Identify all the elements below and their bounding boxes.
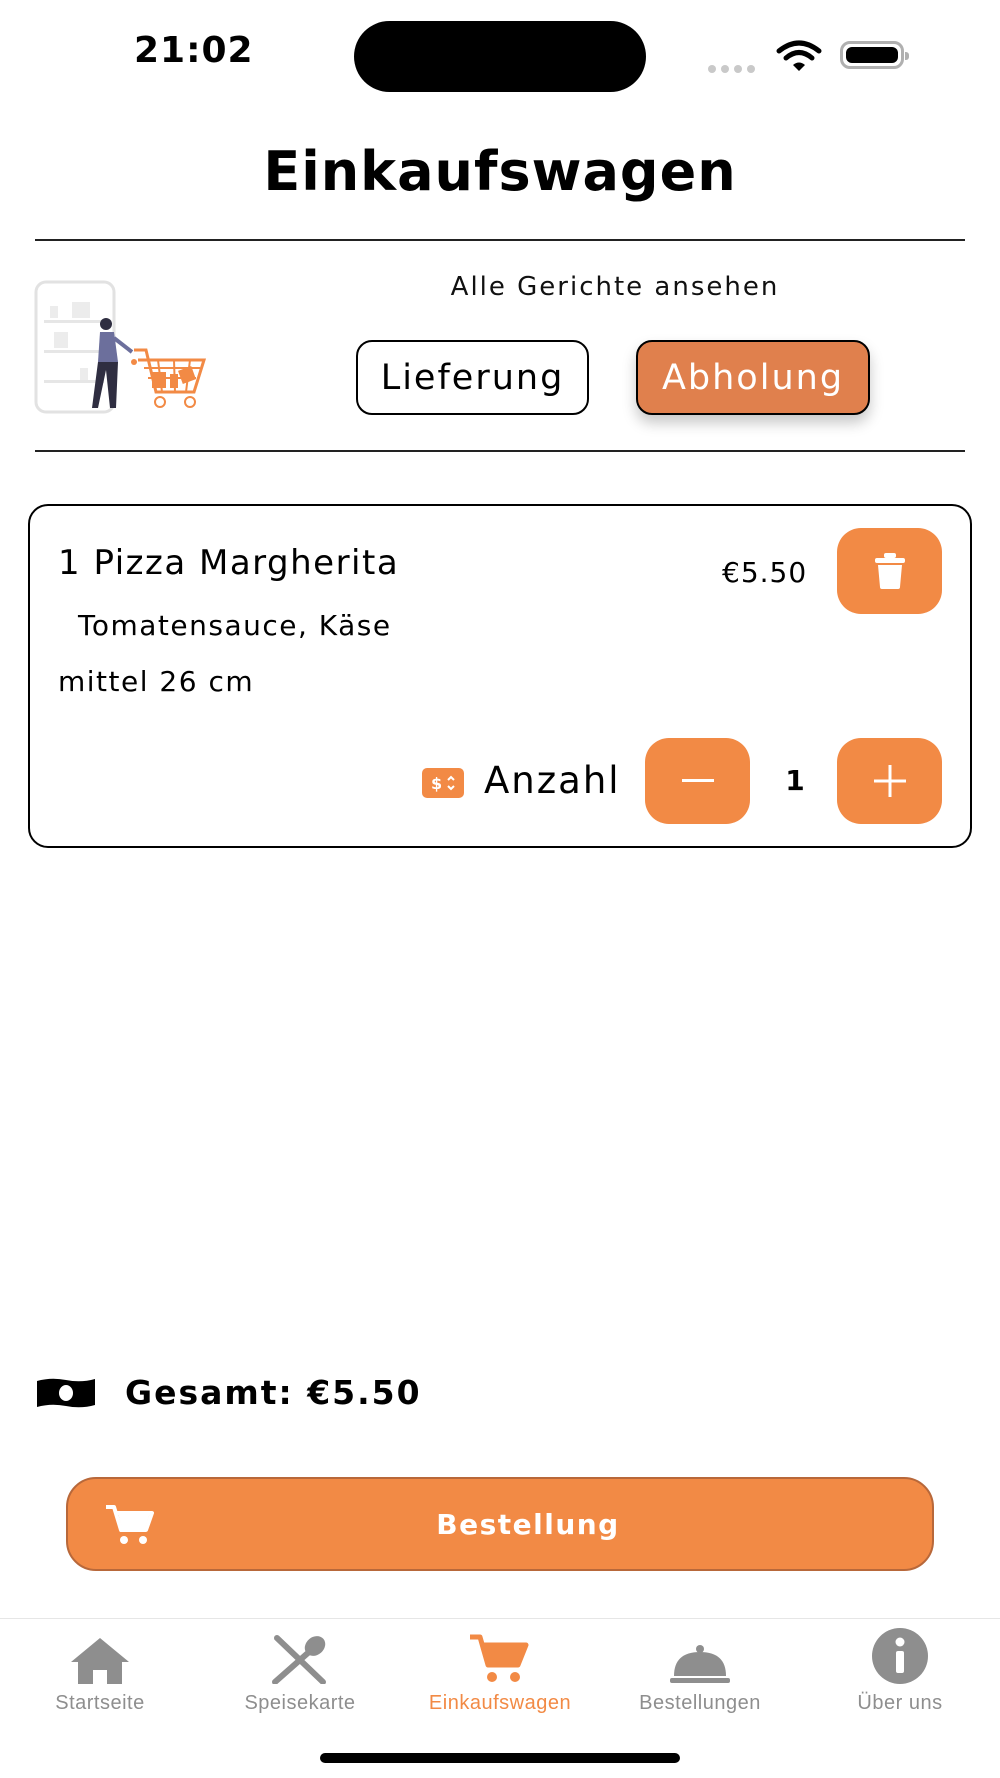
item-size: mittel 26 cm (58, 665, 255, 698)
tab-einkaufswagen[interactable]: Einkaufswagen (400, 1624, 600, 1715)
tab-bestellungen[interactable]: Bestellungen (600, 1624, 800, 1715)
shopping-cart-illustration (34, 280, 234, 415)
status-time: 21:02 (134, 30, 254, 71)
order-total: Gesamt: €5.50 (125, 1373, 422, 1412)
battery-icon (840, 41, 909, 69)
money-icon (37, 1377, 95, 1414)
divider (35, 450, 965, 452)
pickup-option-button[interactable]: Abholung (636, 340, 870, 415)
svg-text:$: $ (431, 774, 442, 793)
info-icon (800, 1624, 1000, 1684)
delete-item-button[interactable] (837, 528, 942, 614)
tab-label: Einkaufswagen (428, 1692, 572, 1714)
tab-label: Startseite (55, 1692, 145, 1714)
dynamic-island (354, 21, 646, 92)
quantity-label: Anzahl (484, 759, 621, 802)
trash-icon (874, 553, 905, 589)
cloche-icon (600, 1624, 800, 1684)
item-description: Tomatensauce, Käse (78, 609, 392, 642)
tab-label: Über uns (857, 1692, 943, 1714)
tab-ueber-uns[interactable]: Über uns (800, 1624, 1000, 1715)
divider (35, 239, 965, 241)
place-order-label[interactable]: Bestellung (66, 1508, 990, 1541)
cart-icon (400, 1624, 600, 1684)
tab-speisekarte[interactable]: Speisekarte (200, 1624, 400, 1715)
tab-label: Bestellungen (639, 1692, 761, 1714)
delivery-option-button[interactable]: Lieferung (356, 340, 589, 415)
item-price: €5.50 (722, 556, 808, 589)
decrease-quantity-button[interactable] (645, 738, 750, 824)
home-indicator[interactable] (320, 1753, 680, 1763)
tabbar-divider (0, 1618, 1000, 1619)
fork-spoon-icon (200, 1624, 400, 1684)
plus-icon (873, 765, 906, 797)
page-title: Einkaufswagen (263, 140, 737, 203)
increase-quantity-button[interactable] (837, 738, 942, 824)
item-name: 1 Pizza Margherita (58, 543, 400, 583)
quantity-value: 1 (785, 764, 805, 797)
cellular-signal-icon (708, 60, 760, 78)
price-adjust-icon: $ (422, 768, 464, 798)
see-all-dishes-link[interactable]: Alle Gerichte ansehen (380, 272, 850, 302)
minus-icon (681, 779, 714, 782)
tab-label: Speisekarte (244, 1692, 356, 1714)
wifi-icon (776, 40, 822, 77)
home-icon (0, 1624, 200, 1684)
tab-startseite[interactable]: Startseite (0, 1624, 200, 1715)
